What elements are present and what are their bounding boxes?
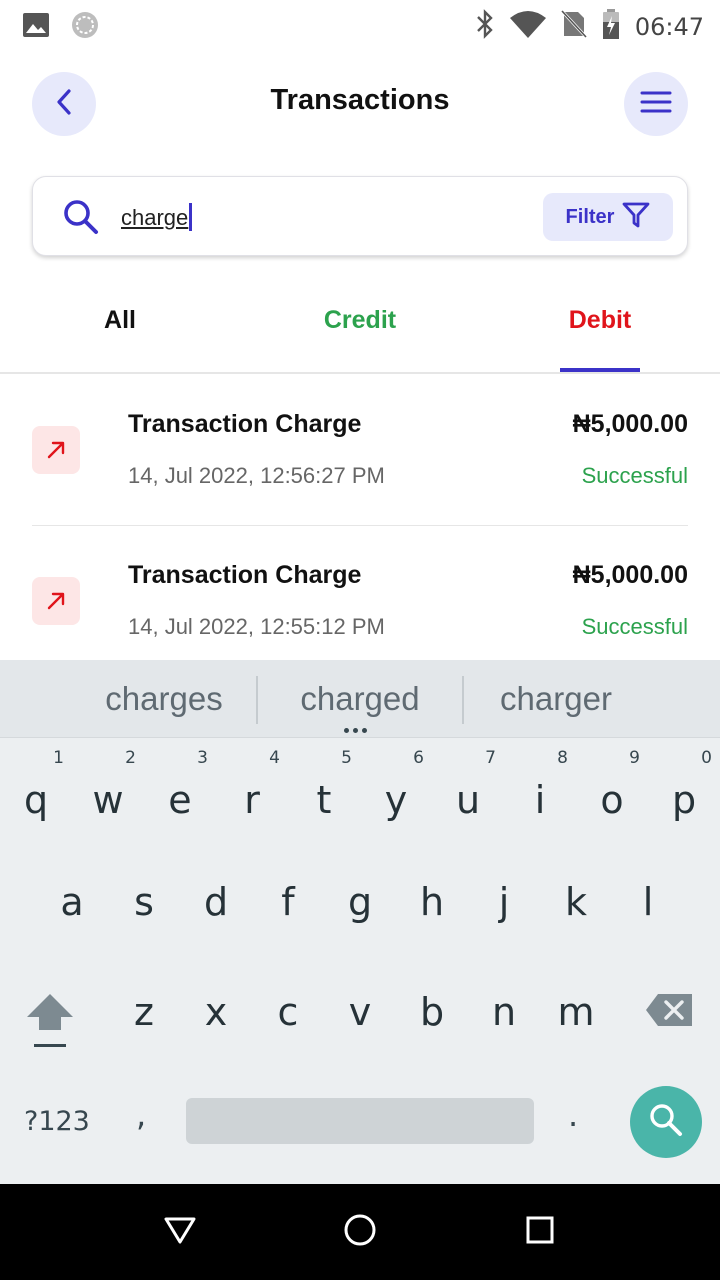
key-h[interactable]: h xyxy=(396,860,468,960)
shift-key[interactable] xyxy=(14,976,86,1056)
key-r[interactable]: 4r xyxy=(216,748,288,848)
key-q[interactable]: 1q xyxy=(0,748,72,848)
backspace-key[interactable] xyxy=(634,980,706,1040)
key-n[interactable]: n xyxy=(468,970,540,1070)
key-z[interactable]: z xyxy=(108,970,180,1070)
nav-back-button[interactable] xyxy=(160,1212,200,1252)
transaction-date: 14, Jul 2022, 12:56:27 PM xyxy=(128,463,385,488)
search-input-value: charge xyxy=(121,205,189,230)
suggestion-strip: charges charged charger xyxy=(0,660,720,738)
comma-key[interactable]: , xyxy=(136,1096,146,1134)
key-d[interactable]: d xyxy=(180,860,252,960)
key-j[interactable]: j xyxy=(468,860,540,960)
bluetooth-icon xyxy=(475,9,495,44)
key-s[interactable]: s xyxy=(108,860,180,960)
transaction-status: Successful xyxy=(581,463,688,488)
key-f[interactable]: f xyxy=(252,860,324,960)
tab-credit[interactable]: Credit xyxy=(240,306,480,335)
nav-home-button[interactable] xyxy=(340,1212,380,1252)
status-bar: 06:47 xyxy=(0,0,720,48)
transaction-type-tabs: All Credit Debit xyxy=(0,286,720,374)
key-t[interactable]: 5t xyxy=(288,748,360,848)
key-v[interactable]: v xyxy=(324,970,396,1070)
key-l[interactable]: l xyxy=(612,860,684,960)
key-w[interactable]: 2w xyxy=(72,748,144,848)
triangle-back-icon xyxy=(163,1215,197,1250)
tab-debit[interactable]: Debit xyxy=(480,306,720,335)
filter-label: Filter xyxy=(565,205,615,228)
image-icon xyxy=(22,12,50,43)
debit-arrow-icon xyxy=(32,577,80,625)
suggestion-charged[interactable]: charged xyxy=(260,680,460,718)
key-b[interactable]: b xyxy=(396,970,468,1070)
transaction-date: 14, Jul 2022, 12:55:12 PM xyxy=(128,614,385,639)
suggestion-charger[interactable]: charger xyxy=(456,680,656,718)
transaction-amount: ₦5,000.00 xyxy=(572,410,688,438)
soft-keyboard: charges charged charger 1q 2w 3e 4r 5t 6… xyxy=(0,660,720,1184)
keyboard-search-key[interactable] xyxy=(630,1086,702,1158)
transaction-status: Successful xyxy=(581,614,688,639)
tab-all[interactable]: All xyxy=(0,306,240,335)
search-input[interactable]: charge xyxy=(121,203,193,231)
shift-arrow-icon xyxy=(24,990,76,1054)
menu-button[interactable] xyxy=(624,72,688,136)
transaction-row[interactable]: Transaction Charge 14, Jul 2022, 12:55:1… xyxy=(32,527,688,677)
search-icon xyxy=(646,1100,686,1145)
key-i[interactable]: 8i xyxy=(504,748,576,848)
period-key[interactable]: . xyxy=(568,1096,578,1134)
symbols-key[interactable]: ?123 xyxy=(24,1106,90,1137)
page-title: Transactions xyxy=(270,84,450,116)
search-bar: charge Filter xyxy=(32,176,688,256)
transaction-amount: ₦5,000.00 xyxy=(572,561,688,589)
filter-button[interactable]: Filter xyxy=(543,193,673,241)
key-e[interactable]: 3e xyxy=(144,748,216,848)
no-sim-icon xyxy=(560,9,587,44)
key-g[interactable]: g xyxy=(324,860,396,960)
space-key[interactable] xyxy=(186,1098,534,1144)
clock: 06:47 xyxy=(634,12,704,41)
transaction-title: Transaction Charge xyxy=(128,410,362,438)
funnel-icon xyxy=(622,201,650,234)
key-x[interactable]: x xyxy=(180,970,252,1070)
nav-recents-button[interactable] xyxy=(520,1212,560,1252)
more-suggestions-icon[interactable] xyxy=(344,728,367,733)
key-o[interactable]: 9o xyxy=(576,748,648,848)
transaction-title: Transaction Charge xyxy=(128,561,362,589)
search-icon xyxy=(61,197,101,242)
transaction-row[interactable]: Transaction Charge 14, Jul 2022, 12:56:2… xyxy=(32,376,688,526)
key-m[interactable]: m xyxy=(540,970,612,1070)
hamburger-menu-icon xyxy=(640,90,672,119)
square-recents-icon xyxy=(525,1215,555,1250)
key-p[interactable]: 0p xyxy=(648,748,720,848)
debit-arrow-icon xyxy=(32,426,80,474)
battery-icon xyxy=(601,8,621,45)
key-c[interactable]: c xyxy=(252,970,324,1070)
circle-home-icon xyxy=(343,1213,377,1252)
suggestion-divider xyxy=(256,676,258,724)
wifi-icon xyxy=(509,9,547,44)
backspace-icon xyxy=(644,992,694,1032)
text-caret xyxy=(189,203,193,231)
key-u[interactable]: 7u xyxy=(432,748,504,848)
suggestion-charges[interactable]: charges xyxy=(64,680,264,718)
sync-icon xyxy=(70,10,100,45)
key-k[interactable]: k xyxy=(540,860,612,960)
active-tab-indicator xyxy=(560,368,640,372)
key-y[interactable]: 6y xyxy=(360,748,432,848)
system-navigation-bar xyxy=(0,1184,720,1280)
key-a[interactable]: a xyxy=(36,860,108,960)
